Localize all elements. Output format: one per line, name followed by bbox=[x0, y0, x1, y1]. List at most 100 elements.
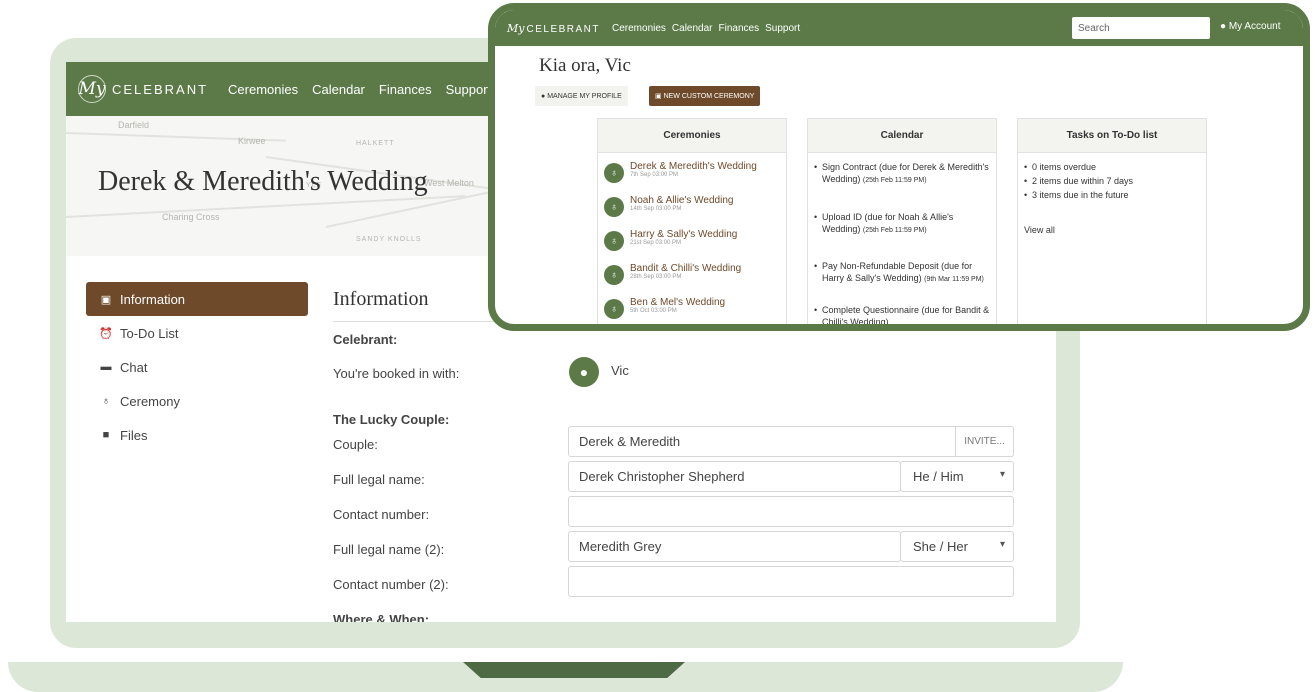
ring-icon: ♁ bbox=[604, 299, 624, 319]
map-label: Darfield bbox=[118, 120, 150, 130]
list-item[interactable]: ♁ Harry & Sally's Wedding 21st Sep 03:00 P… bbox=[604, 229, 737, 251]
couple-value: Derek & Meredith bbox=[579, 434, 681, 449]
view-all-link[interactable]: View all bbox=[1024, 225, 1055, 235]
nav-link-finances[interactable]: Finances bbox=[719, 23, 760, 34]
manage-profile-button[interactable]: ● MANAGE MY PROFILE bbox=[535, 86, 628, 106]
list-item[interactable]: • Upload ID (due for Noah & Allie's Weddi… bbox=[814, 211, 994, 237]
ceremony-name: Harry & Sally's Wedding bbox=[630, 229, 738, 240]
pronoun-value: He / Him bbox=[913, 469, 964, 484]
list-item[interactable]: • Sign Contract (due for Derek & Meredith… bbox=[814, 161, 994, 187]
pronoun-select[interactable]: He / Him ▾ bbox=[900, 461, 1014, 492]
legal-name-2-field[interactable]: Meredith Grey bbox=[568, 531, 901, 562]
logo-mark: My bbox=[78, 75, 106, 103]
search-input[interactable]: Search bbox=[1072, 17, 1210, 39]
legal-name-value: Derek Christopher Shepherd bbox=[579, 469, 745, 484]
list-item: • 3 items due in the future bbox=[1024, 190, 1129, 200]
sidebar-item-label: Chat bbox=[120, 359, 148, 375]
my-account-link[interactable]: ● My Account bbox=[1220, 21, 1281, 32]
nav-link-calendar[interactable]: Calendar bbox=[672, 23, 713, 34]
alarm-clock-icon: ⏰ bbox=[99, 327, 113, 340]
brand-logo[interactable]: My CELEBRANT bbox=[78, 75, 208, 103]
legal-name-label: Full legal name: bbox=[333, 472, 425, 487]
legal-name-field[interactable]: Derek Christopher Shepherd bbox=[568, 461, 901, 492]
dashboard-window: My CELEBRANT Ceremonies Calendar Finances… bbox=[488, 3, 1310, 331]
card-heading: Calendar bbox=[808, 119, 996, 153]
chevron-down-icon: ▾ bbox=[999, 539, 1005, 550]
ring-icon: ♁ bbox=[604, 197, 624, 217]
calendar-card: Calendar • Sign Contract (due for Derek &… bbox=[807, 118, 997, 327]
booked-label: You're booked in with: bbox=[333, 366, 460, 381]
sidebar-item-label: Ceremony bbox=[120, 393, 180, 409]
sidebar-item-todo[interactable]: ⏰ To-Do List bbox=[86, 316, 308, 350]
ring-icon: ♁ bbox=[604, 231, 624, 251]
ceremony-date: 21st Sep 03:00 PM bbox=[630, 240, 682, 246]
ceremony-date: 5th Oct 03:00 PM bbox=[630, 308, 677, 314]
map-road bbox=[66, 195, 466, 218]
ceremony-date: 7th Sep 03:00 PM bbox=[630, 172, 679, 178]
ring-icon: ♁ bbox=[101, 395, 111, 407]
tasks-card: Tasks on To-Do list • 0 items overdue • 2 … bbox=[1017, 118, 1207, 324]
list-item[interactable]: ♁ Bandit & Chilli's Wedding 28th Sep 03:00… bbox=[604, 263, 741, 285]
pronoun-2-select[interactable]: She / Her ▾ bbox=[900, 531, 1014, 562]
sidebar-item-label: Information bbox=[120, 291, 186, 307]
list-item[interactable]: ♁ Noah & Allie's Wedding 14th Sep 03:00 PM bbox=[604, 195, 733, 217]
calendar-icon: ▣ bbox=[100, 293, 112, 306]
user-icon: ● bbox=[1220, 21, 1227, 32]
list-item[interactable]: • Pay Non-Refundable Deposit (due for Har… bbox=[814, 260, 994, 286]
file-icon: ■ bbox=[102, 429, 110, 441]
sidebar-item-label: Files bbox=[120, 427, 148, 443]
sidebar: ▣ Information ⏰ To-Do List ▬ Chat ♁ Cere… bbox=[86, 282, 308, 452]
celebrant-name: Vic bbox=[611, 363, 629, 378]
dashboard-navbar: My CELEBRANT Ceremonies Calendar Finances… bbox=[495, 10, 1303, 46]
brand-logo[interactable]: My CELEBRANT bbox=[507, 22, 600, 35]
map-label: West Melton bbox=[424, 178, 474, 188]
contact-number-field[interactable] bbox=[568, 496, 1014, 527]
sidebar-item-files[interactable]: ■ Files bbox=[86, 418, 308, 452]
legal-name-2-value: Meredith Grey bbox=[579, 539, 662, 554]
ring-icon: ♁ bbox=[604, 265, 624, 285]
ceremonies-card: Ceremonies ♁ Derek & Meredith's Wedding 7t… bbox=[597, 118, 787, 324]
calendar-icon: ▣ bbox=[655, 93, 664, 100]
avatar: ● bbox=[569, 357, 599, 387]
ceremony-date: 28th Sep 03:00 PM bbox=[630, 274, 682, 280]
list-item[interactable]: ♁ Derek & Meredith's Wedding 7th Sep 03:00… bbox=[604, 161, 757, 183]
sidebar-item-label: To-Do List bbox=[120, 325, 179, 341]
celebrant-heading: Celebrant: bbox=[333, 332, 398, 347]
sidebar-item-chat[interactable]: ▬ Chat bbox=[86, 350, 308, 384]
list-item: • 0 items overdue bbox=[1024, 162, 1097, 172]
nav-link-support[interactable]: Support bbox=[446, 82, 492, 97]
ceremony-name: Ben & Mel's Wedding bbox=[630, 297, 726, 308]
nav-link-support[interactable]: Support bbox=[765, 23, 800, 34]
nav-link-ceremonies[interactable]: Ceremonies bbox=[228, 82, 298, 97]
nav-link-calendar[interactable]: Calendar bbox=[312, 82, 365, 97]
new-ceremony-button[interactable]: ▣ NEW CUSTOM CEREMONY bbox=[649, 86, 761, 106]
sidebar-item-ceremony[interactable]: ♁ Ceremony bbox=[86, 384, 308, 418]
chat-icon: ▬ bbox=[100, 361, 112, 373]
card-heading: Tasks on To-Do list bbox=[1018, 119, 1206, 153]
couple-field[interactable]: Derek & Meredith INVITE... bbox=[568, 426, 1014, 457]
sidebar-item-information[interactable]: ▣ Information bbox=[86, 282, 308, 316]
list-item[interactable]: ♁ Ben & Mel's Wedding 5th Oct 03:00 PM bbox=[604, 297, 725, 319]
map-label: Kirwee bbox=[238, 136, 266, 146]
couple-heading: The Lucky Couple: bbox=[333, 412, 450, 427]
ceremony-date: 14th Sep 03:00 PM bbox=[630, 206, 682, 212]
contact-number-2-field[interactable] bbox=[568, 566, 1014, 597]
nav-link-finances[interactable]: Finances bbox=[379, 82, 432, 97]
contact-number-2-label: Contact number (2): bbox=[333, 577, 449, 592]
page-title: Derek & Meredith's Wedding bbox=[98, 166, 428, 197]
nav-link-ceremonies[interactable]: Ceremonies bbox=[612, 23, 666, 34]
greeting: Kia ora, Vic bbox=[539, 55, 631, 76]
calendar-item-date: (9th Mar 11:59 PM) bbox=[924, 276, 984, 283]
invite-button[interactable]: INVITE... bbox=[955, 426, 1013, 457]
pronoun-2-value: She / Her bbox=[913, 539, 968, 554]
chevron-down-icon: ▾ bbox=[999, 469, 1005, 480]
list-item[interactable]: • Complete Questionnaire (due for Bandit … bbox=[814, 304, 994, 327]
contact-number-label: Contact number: bbox=[333, 507, 430, 522]
ring-icon: ♁ bbox=[604, 163, 624, 183]
calendar-item-text: Complete Questionnaire (due for Bandit &… bbox=[822, 305, 990, 327]
couple-label: Couple: bbox=[333, 437, 378, 452]
map-label: Charing Cross bbox=[162, 212, 220, 222]
calendar-item-date: (25th Feb 11:59 PM) bbox=[862, 227, 927, 234]
card-heading: Ceremonies bbox=[598, 119, 786, 153]
ceremony-name: Derek & Meredith's Wedding bbox=[630, 161, 757, 172]
